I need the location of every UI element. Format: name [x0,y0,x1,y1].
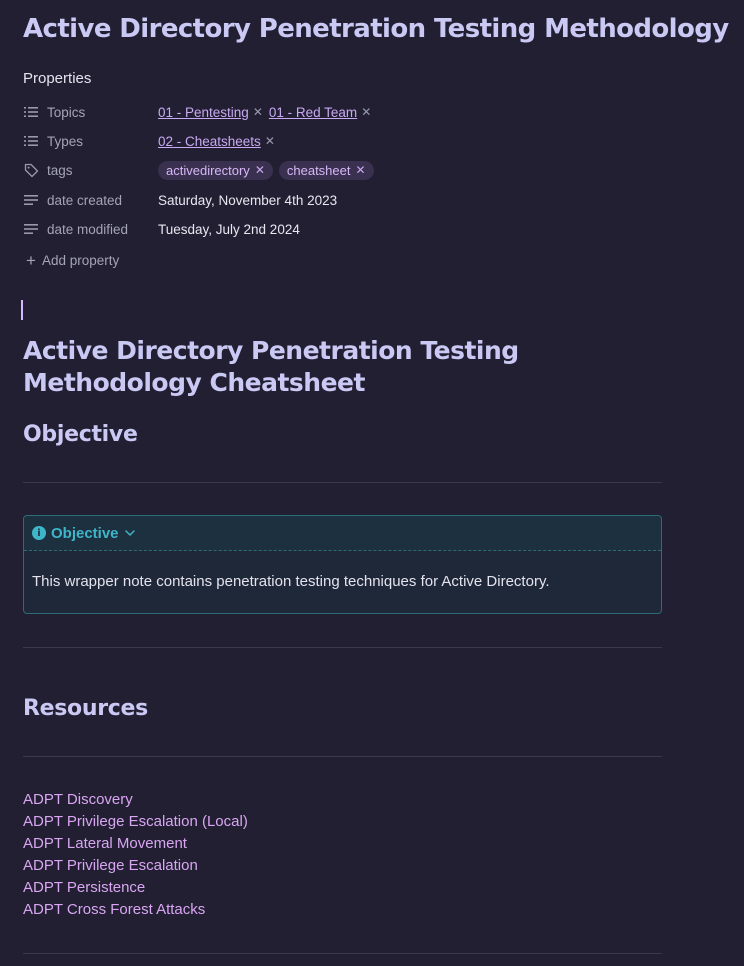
text-lines-icon [23,221,39,237]
objective-heading[interactable]: Objective [23,422,138,447]
tag-icon [23,162,39,178]
topic-link[interactable]: 01 - Pentesting [158,105,249,120]
property-value-tags: activedirectory ✕ cheatsheet ✕ [158,160,380,180]
resources-heading[interactable]: Resources [23,696,148,721]
resource-link[interactable]: ADPT Cross Forest Attacks [23,899,248,921]
remove-icon[interactable]: ✕ [253,105,263,119]
note-title[interactable]: Active Directory Penetration Testing Met… [23,14,729,44]
callout-title: Objective [51,524,119,542]
text-cursor [21,300,23,320]
property-key-tags[interactable]: tags [47,163,158,178]
resource-link[interactable]: ADPT Privilege Escalation (Local) [23,811,248,833]
text-lines-icon [23,192,39,208]
remove-icon[interactable]: ✕ [255,163,265,177]
plus-icon: + [26,251,36,270]
resource-link[interactable]: ADPT Discovery [23,789,248,811]
remove-icon[interactable]: ✕ [265,134,275,148]
property-value-topics: 01 - Pentesting ✕ 01 - Red Team ✕ [158,105,377,120]
property-topics: Topics 01 - Pentesting ✕ 01 - Red Team ✕ [23,101,623,123]
tag-pill[interactable]: cheatsheet ✕ [278,160,374,180]
main-heading[interactable]: Active Directory Penetration Testing Met… [23,335,543,399]
property-value-types: 02 - Cheatsheets ✕ [158,134,281,149]
divider [23,756,662,757]
resource-link[interactable]: ADPT Lateral Movement [23,833,248,855]
property-date-modified: date modified Tuesday, July 2nd 2024 [23,218,623,240]
resource-link[interactable]: ADPT Persistence [23,877,248,899]
callout-header[interactable]: i Objective [24,516,661,551]
divider [23,953,662,954]
property-key-date-created[interactable]: date created [47,193,158,208]
property-tags: tags activedirectory ✕ cheatsheet ✕ [23,159,623,181]
objective-callout: i Objective This wrapper note contains p… [23,515,662,614]
resource-link[interactable]: ADPT Privilege Escalation [23,855,248,877]
property-types: Types 02 - Cheatsheets ✕ [23,130,623,152]
divider [23,482,662,483]
add-property-label: Add property [41,253,120,268]
property-key-types[interactable]: Types [47,134,158,149]
type-link[interactable]: 02 - Cheatsheets [158,134,261,149]
tag-label: activedirectory [166,162,250,178]
divider [23,647,662,648]
resources-list: ADPT Discovery ADPT Privilege Escalation… [23,789,248,921]
add-property-button[interactable]: + Add property [26,252,119,269]
list-icon [23,133,39,149]
info-icon: i [32,526,46,540]
chevron-down-icon[interactable] [124,530,135,536]
properties-heading[interactable]: Properties [23,70,91,87]
remove-icon[interactable]: ✕ [361,105,371,119]
property-value-date-created[interactable]: Saturday, November 4th 2023 [158,193,337,208]
property-key-date-modified[interactable]: date modified [47,222,158,237]
property-key-topics[interactable]: Topics [47,105,158,120]
tag-pill[interactable]: activedirectory ✕ [158,160,273,180]
property-date-created: date created Saturday, November 4th 2023 [23,189,623,211]
topic-link[interactable]: 01 - Red Team [269,105,357,120]
property-value-date-modified[interactable]: Tuesday, July 2nd 2024 [158,222,300,237]
tag-label: cheatsheet [286,162,351,178]
remove-icon[interactable]: ✕ [355,163,365,177]
callout-body: This wrapper note contains penetration t… [32,573,550,590]
list-icon [23,104,39,120]
